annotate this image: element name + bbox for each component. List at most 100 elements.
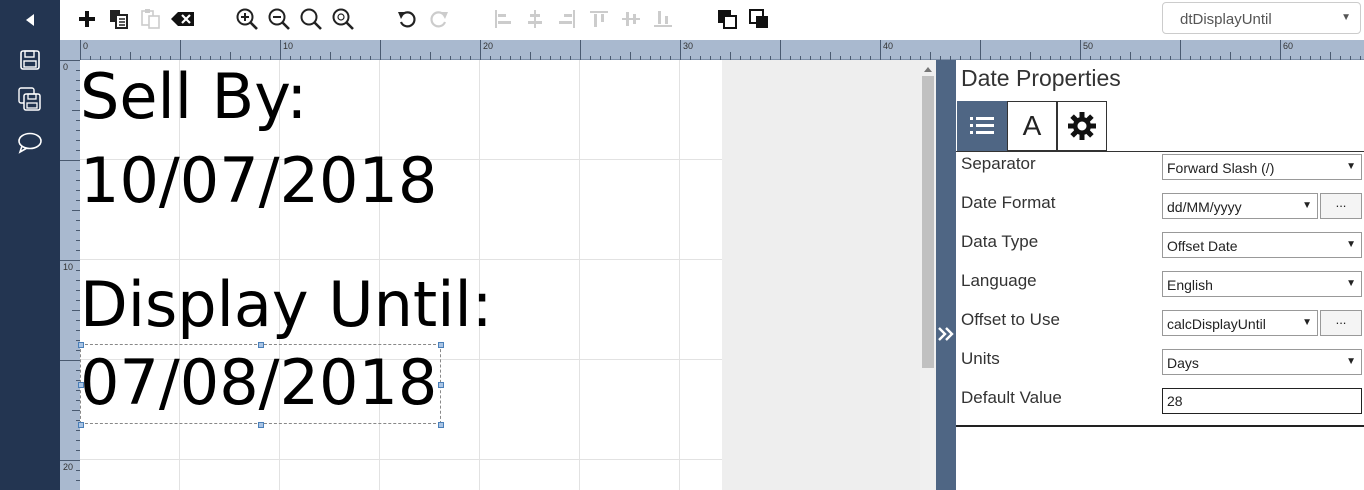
units-label: Units [961,349,1000,368]
align-left-button[interactable] [490,6,516,32]
save-all-icon [18,87,41,111]
offset-browse-button[interactable]: ... [1320,310,1362,336]
resize-handle[interactable] [258,342,264,348]
comment-button[interactable] [15,128,45,158]
tab-properties[interactable] [957,101,1007,151]
panel-title: Date Properties [961,65,1121,91]
display-until-text[interactable]: Display Until: [80,274,493,336]
v-ruler-label: 20 [63,462,74,472]
resize-handle[interactable] [438,422,444,428]
h-ruler-label: 60 [1283,41,1294,51]
units-select[interactable]: Days ▼ [1162,349,1362,375]
h-ruler-label: 0 [83,41,89,51]
offset-to-use-value: calcDisplayUntil [1167,316,1266,332]
tab-divider [956,151,1364,152]
collapse-nav-button[interactable] [15,5,45,35]
align-bottom-button[interactable] [650,6,676,32]
panel-collapse-bar[interactable] [936,60,956,490]
date-format-browse-button[interactable]: ... [1320,193,1362,219]
chevron-down-icon: ▼ [1346,161,1356,172]
language-value: English [1167,277,1213,293]
left-nav [0,0,60,490]
magnifier-icon [300,8,322,30]
list-icon [970,117,994,134]
scrollbar-thumb[interactable] [922,76,934,368]
canvas-background [722,60,920,490]
h-ruler-label: 30 [683,41,694,51]
paste-icon [141,9,160,29]
default-value-input[interactable] [1162,388,1362,414]
chevron-down-icon: ▼ [1346,239,1356,250]
zoom-actual-icon [332,8,354,30]
align-top-icon [590,11,608,27]
object-selector[interactable]: dtDisplayUntil ▼ [1162,2,1361,34]
data-type-value: Offset Date [1167,238,1238,254]
scroll-up-icon [924,67,932,72]
save-as-button[interactable] [15,84,45,114]
add-button[interactable] [74,6,100,32]
language-select[interactable]: English ▼ [1162,271,1362,297]
zoom-in-button[interactable] [234,6,260,32]
resize-handle[interactable] [438,382,444,388]
date-format-label: Date Format [961,193,1056,212]
v-ruler-label: 0 [63,62,69,72]
horizontal-ruler: 0 10 20 30 40 50 60 [60,40,1364,60]
bring-to-front-button[interactable] [714,6,740,32]
save-button[interactable] [15,45,45,75]
gear-icon [1068,112,1096,140]
resize-handle[interactable] [78,422,84,428]
h-ruler-ticks [80,40,1361,60]
zoom-out-icon [268,8,290,30]
save-icon [20,50,40,70]
date-format-select[interactable]: dd/MM/yyyy ▼ [1162,193,1318,219]
object-selector-value: dtDisplayUntil [1180,11,1272,28]
undo-button[interactable] [394,6,420,32]
resize-handle[interactable] [78,382,84,388]
separator-select[interactable]: Forward Slash (/) ▼ [1162,154,1362,180]
send-back-icon [749,9,768,28]
chevron-down-icon: ▼ [1346,356,1356,367]
align-bottom-icon [654,11,672,27]
chevron-down-icon: ▼ [1302,317,1312,328]
offset-to-use-select[interactable]: calcDisplayUntil ▼ [1162,310,1318,336]
send-to-back-button[interactable] [746,6,772,32]
redo-button[interactable] [426,6,452,32]
tab-font[interactable]: A [1007,101,1057,151]
resize-handle[interactable] [438,342,444,348]
plus-icon [79,11,95,27]
zoom-fit-button[interactable] [298,6,324,32]
chevron-down-icon: ▼ [1341,12,1351,23]
separator-value: Forward Slash (/) [1167,160,1275,176]
h-ruler-label: 10 [283,41,294,51]
caret-left-icon [26,14,34,26]
delete-button[interactable] [170,6,196,32]
offset-to-use-label: Offset to Use [961,310,1060,329]
align-middle-button[interactable] [618,6,644,32]
language-label: Language [961,271,1037,290]
redo-icon [430,11,448,28]
align-center-button[interactable] [522,6,548,32]
h-ruler-label: 50 [1083,41,1094,51]
data-type-select[interactable]: Offset Date ▼ [1162,232,1362,258]
sell-by-text[interactable]: Sell By: [80,66,307,128]
align-right-button[interactable] [554,6,580,32]
panel-bottom-divider [956,425,1364,427]
resize-handle[interactable] [78,342,84,348]
align-top-button[interactable] [586,6,612,32]
zoom-out-button[interactable] [266,6,292,32]
copy-button[interactable] [106,6,132,32]
backspace-icon [171,12,194,26]
tab-settings[interactable] [1057,101,1107,151]
zoom-actual-button[interactable] [330,6,356,32]
vertical-scrollbar[interactable] [920,60,936,490]
resize-handle[interactable] [258,422,264,428]
selection-box[interactable] [78,342,444,428]
properties-panel: Date Properties A Separator Forward Slas… [956,60,1364,490]
copy-icon [110,10,128,29]
sell-by-date-text[interactable]: 10/07/2018 [80,150,437,212]
h-ruler-label: 40 [883,41,894,51]
units-value: Days [1167,355,1199,371]
double-chevron-right-icon [938,327,954,341]
separator-label: Separator [961,154,1036,173]
paste-button[interactable] [138,6,164,32]
